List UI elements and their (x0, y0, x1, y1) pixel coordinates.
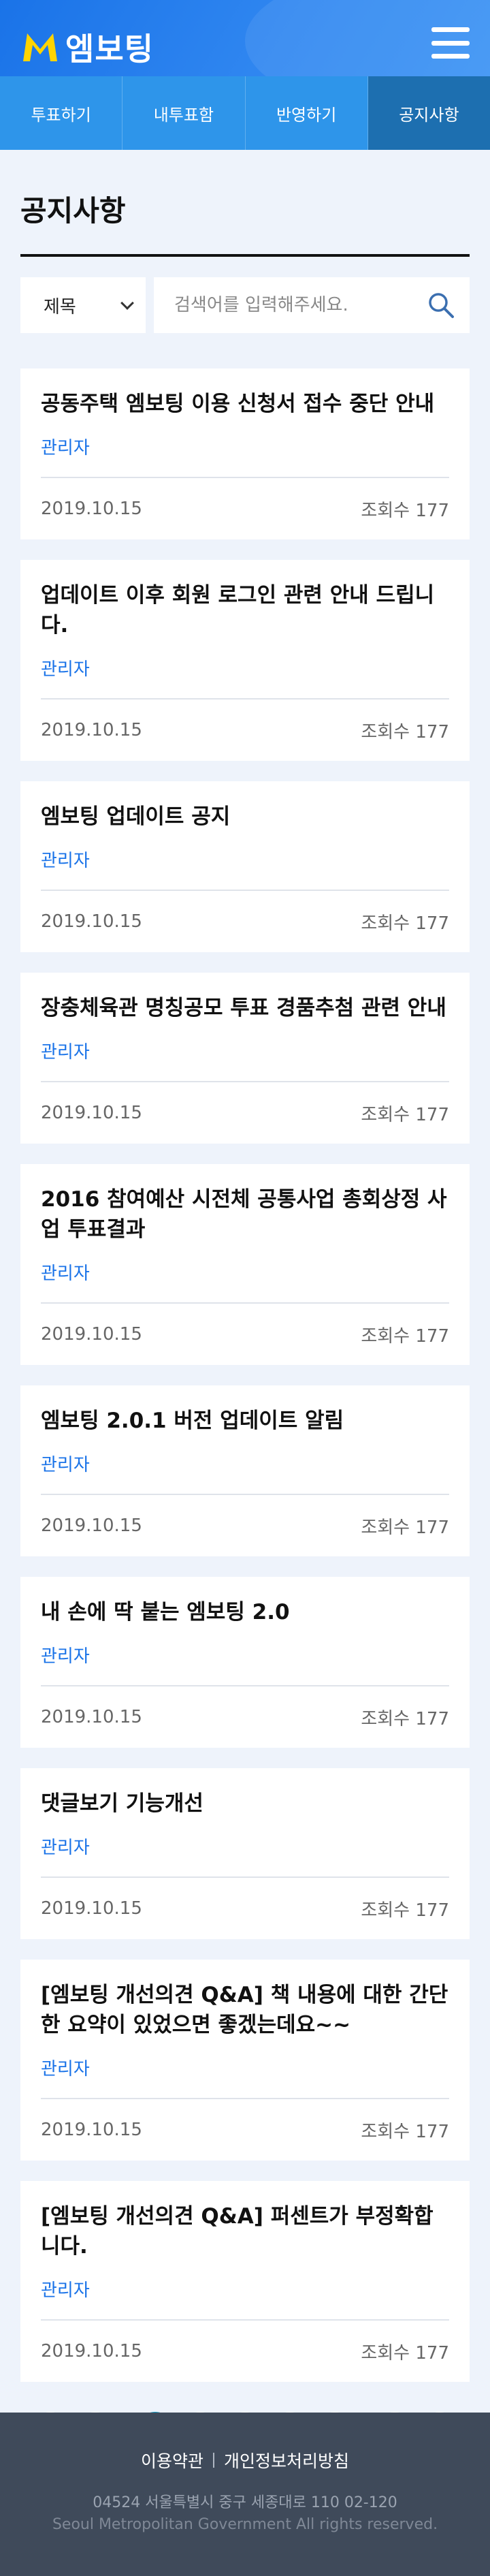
footer: 이용약관 개인정보처리방침 04524 서울특별시 중구 세종대로 110 02… (0, 2413, 490, 2576)
notice-author: 관리자 (41, 1646, 90, 1667)
search-icon[interactable] (426, 290, 456, 320)
notice-meta: 2019.10.15 조회수 177 (41, 1304, 449, 1365)
notice-item[interactable]: 공동주택 엠보팅 이용 신청서 접수 중단 안내 관리자 2019.10.15 … (20, 368, 470, 539)
notice-item[interactable]: 내 손에 딱 붙는 엠보팅 2.0 관리자 2019.10.15 조회수 177 (20, 1577, 470, 1748)
footer-copyright: Seoul Metropolitan Government All rights… (52, 2516, 438, 2533)
footer-separator (213, 2453, 214, 2468)
notice-author: 관리자 (41, 2059, 90, 2079)
notice-date: 2019.10.15 (41, 1515, 142, 1536)
footer-links: 이용약관 개인정보처리방침 (0, 2448, 490, 2472)
notice-author: 관리자 (41, 1455, 90, 1475)
notice-date: 2019.10.15 (41, 1324, 142, 1345)
brand-logo[interactable]: 엠보팅 (20, 25, 154, 69)
chevron-down-icon (120, 296, 134, 310)
tab-my-votes[interactable]: 내투표함 (122, 76, 246, 150)
notice-views: 조회수 177 (361, 1708, 449, 1729)
notice-meta: 2019.10.15 조회수 177 (41, 1686, 449, 1748)
brand-name: 엠보팅 (65, 31, 154, 67)
notice-views: 조회수 177 (361, 721, 449, 742)
notice-views: 조회수 177 (361, 1900, 449, 1921)
notice-meta: 2019.10.15 조회수 177 (41, 2099, 449, 2161)
notice-title: 내 손에 딱 붙는 엠보팅 2.0 (41, 1600, 290, 1624)
notice-meta: 2019.10.15 조회수 177 (41, 1495, 449, 1556)
footer-address: 04524 서울특별시 중구 세종대로 110 02-120 (93, 2494, 397, 2511)
notice-views: 조회수 177 (361, 1517, 449, 1538)
tab-notices[interactable]: 공지사항 (368, 76, 490, 150)
search-type-value: 제목 (44, 296, 76, 317)
notice-views: 조회수 177 (361, 1325, 449, 1347)
notice-item[interactable]: [엠보팅 개선의견 Q&A] 책 내용에 대한 간단한 요약이 있었으면 좋겠는… (20, 1960, 470, 2161)
notice-meta: 2019.10.15 조회수 177 (41, 700, 449, 761)
notice-meta: 2019.10.15 조회수 177 (41, 1878, 449, 1939)
notice-author: 관리자 (41, 1263, 90, 1284)
hamburger-menu-button[interactable] (431, 27, 470, 59)
notice-title: [엠보팅 개선의견 Q&A] 퍼센트가 부정확합니다. (41, 2204, 434, 2259)
notice-title: 댓글보기 기능개선 (41, 1791, 203, 1816)
search-type-select[interactable]: 제목 (20, 277, 146, 333)
notice-list: 공동주택 엠보팅 이용 신청서 접수 중단 안내 관리자 2019.10.15 … (20, 368, 470, 2382)
m-logo-icon (23, 33, 57, 61)
notice-date: 2019.10.15 (41, 911, 142, 932)
menu-line (431, 40, 470, 46)
notice-author: 관리자 (41, 1838, 90, 1858)
page: 엠보팅 투표하기 내투표함 반영하기 공지사항 공지사항 제목 검색어를 입력해… (0, 0, 490, 2576)
notice-item[interactable]: 2016 참여예산 시전체 공통사업 총회상정 사업 투표결과 관리자 2019… (20, 1164, 470, 1365)
title-section: 공지사항 (0, 150, 490, 257)
notice-date: 2019.10.15 (41, 1707, 142, 1727)
page-title: 공지사항 (20, 194, 126, 227)
notice-title: 공동주택 엠보팅 이용 신청서 접수 중단 안내 (41, 392, 435, 416)
notice-views: 조회수 177 (361, 1104, 449, 1125)
tab-vote[interactable]: 투표하기 (0, 76, 123, 150)
notice-author: 관리자 (41, 1042, 90, 1063)
notice-item[interactable]: 엠보팅 2.0.1 버전 업데이트 알림 관리자 2019.10.15 조회수 … (20, 1385, 470, 1556)
notice-author: 관리자 (41, 2280, 90, 2301)
title-divider (20, 254, 470, 257)
notice-date: 2019.10.15 (41, 2120, 142, 2140)
notice-meta: 2019.10.15 조회수 177 (41, 891, 449, 952)
notice-meta: 2019.10.15 조회수 177 (41, 1082, 449, 1144)
menu-line (431, 27, 470, 32)
notice-author: 관리자 (41, 851, 90, 871)
notice-meta: 2019.10.15 조회수 177 (41, 478, 449, 539)
notice-item[interactable]: 장충체육관 명칭공모 투표 경품추첨 관련 안내 관리자 2019.10.15 … (20, 973, 470, 1144)
notice-views: 조회수 177 (361, 500, 449, 521)
notice-date: 2019.10.15 (41, 499, 142, 519)
menu-line (431, 54, 470, 59)
notice-date: 2019.10.15 (41, 1898, 142, 1919)
privacy-link[interactable]: 개인정보처리방침 (224, 2448, 349, 2472)
notice-views: 조회수 177 (361, 913, 449, 934)
notice-item[interactable]: 엠보팅 업데이트 공지 관리자 2019.10.15 조회수 177 (20, 781, 470, 952)
search-bar: 제목 (20, 277, 470, 333)
notice-date: 2019.10.15 (41, 2341, 142, 2361)
notice-author: 관리자 (41, 438, 90, 458)
notice-title: 2016 참여예산 시전체 공통사업 총회상정 사업 투표결과 (41, 1187, 447, 1242)
notice-title: 엠보팅 2.0.1 버전 업데이트 알림 (41, 1409, 344, 1433)
search-input[interactable] (174, 295, 426, 315)
notice-item[interactable]: [엠보팅 개선의견 Q&A] 퍼센트가 부정확합니다. 관리자 2019.10.… (20, 2181, 470, 2382)
terms-link[interactable]: 이용약관 (141, 2448, 203, 2472)
notice-item[interactable]: 댓글보기 기능개선 관리자 2019.10.15 조회수 177 (20, 1768, 470, 1939)
notice-item[interactable]: 업데이트 이후 회원 로그인 관련 안내 드립니다. 관리자 2019.10.1… (20, 560, 470, 761)
notice-title: 업데이트 이후 회원 로그인 관련 안내 드립니다. (41, 583, 435, 638)
notice-date: 2019.10.15 (41, 1103, 142, 1123)
notice-date: 2019.10.15 (41, 720, 142, 740)
notice-views: 조회수 177 (361, 2121, 449, 2142)
notice-views: 조회수 177 (361, 2342, 449, 2363)
main-tabs: 투표하기 내투표함 반영하기 공지사항 (0, 76, 490, 150)
tab-reflect[interactable]: 반영하기 (245, 76, 368, 150)
search-box (154, 277, 470, 333)
notice-title: [엠보팅 개선의견 Q&A] 책 내용에 대한 간단한 요약이 있었으면 좋겠는… (41, 1983, 448, 2037)
notice-title: 장충체육관 명칭공모 투표 경품추첨 관련 안내 (41, 996, 446, 1020)
notice-author: 관리자 (41, 659, 90, 680)
header: 엠보팅 (0, 0, 490, 76)
notice-title: 엠보팅 업데이트 공지 (41, 804, 231, 829)
notice-meta: 2019.10.15 조회수 177 (41, 2321, 449, 2382)
